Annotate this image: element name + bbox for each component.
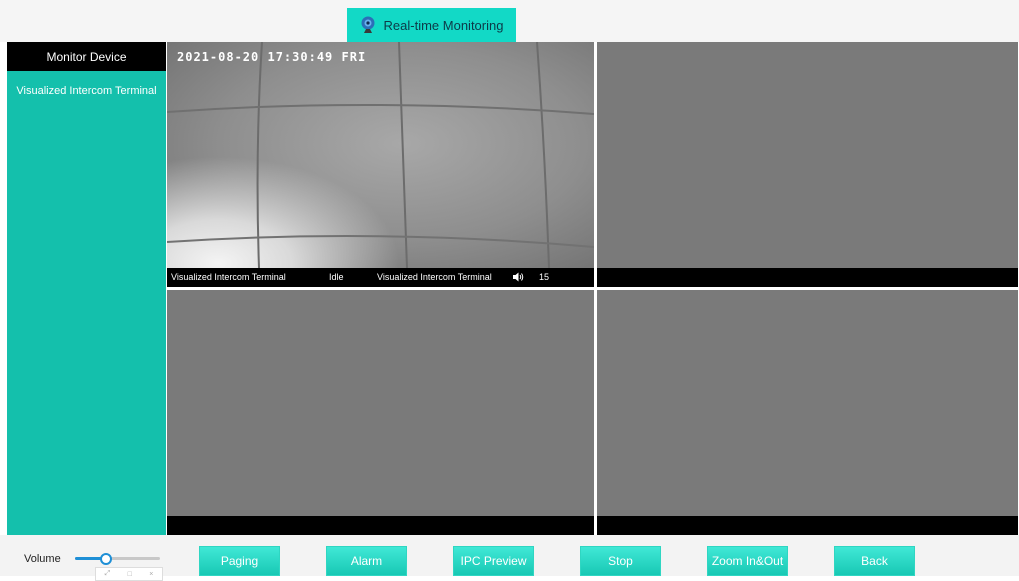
zoom-in-out-button[interactable]: Zoom In&Out xyxy=(707,546,788,576)
alarm-button[interactable]: Alarm xyxy=(326,546,407,576)
sidebar-header: Monitor Device xyxy=(7,42,166,71)
sidebar-item-visualized-intercom-terminal[interactable]: Visualized Intercom Terminal xyxy=(7,71,166,97)
video-tile-2[interactable] xyxy=(597,42,1018,287)
video-timestamp: 2021-08-20 17:30:49 FRI xyxy=(177,50,367,64)
mini-window-controls: ⤢ □ × xyxy=(95,567,163,581)
camera-feed: 2021-08-20 17:30:49 FRI xyxy=(167,42,594,268)
bottom-toolbar: Volume ⤢ □ × Paging Alarm IPC Preview St… xyxy=(0,535,1019,581)
top-bar: Real-time Monitoring xyxy=(0,0,1019,42)
page-title: Real-time Monitoring xyxy=(383,17,504,33)
video-status-bar: Visualized Intercom Terminal Idle Visual… xyxy=(167,268,594,287)
ceiling-grid-lines xyxy=(167,42,594,268)
ipc-preview-button[interactable]: IPC Preview xyxy=(453,546,534,576)
device-name-secondary: Visualized Intercom Terminal xyxy=(377,272,492,282)
volume-slider[interactable] xyxy=(75,553,160,565)
volume-label: Volume xyxy=(24,553,61,565)
title-tab: Real-time Monitoring xyxy=(347,8,516,42)
video-status-bar xyxy=(597,268,1018,287)
restore-icon[interactable]: ⤢ xyxy=(105,570,111,578)
video-tile-3[interactable] xyxy=(167,290,594,535)
device-name: Visualized Intercom Terminal xyxy=(171,272,286,282)
stop-button[interactable]: Stop xyxy=(580,546,661,576)
webcam-globe-icon xyxy=(361,16,375,33)
video-status-bar xyxy=(167,516,594,535)
volume-slider-thumb[interactable] xyxy=(99,553,112,565)
maximize-icon[interactable]: □ xyxy=(128,571,132,578)
video-grid: 2021-08-20 17:30:49 FRI Visualized Inter… xyxy=(167,42,1018,535)
volume-value: 15 xyxy=(539,272,550,282)
device-state: Idle xyxy=(329,272,344,282)
speaker-icon[interactable] xyxy=(512,271,524,283)
video-tile-1[interactable]: 2021-08-20 17:30:49 FRI Visualized Inter… xyxy=(167,42,594,287)
video-tile-4[interactable] xyxy=(597,290,1018,535)
close-icon[interactable]: × xyxy=(149,571,153,578)
back-button[interactable]: Back xyxy=(834,546,915,576)
video-status-bar xyxy=(597,516,1018,535)
paging-button[interactable]: Paging xyxy=(199,546,280,576)
device-sidebar: Monitor Device Visualized Intercom Termi… xyxy=(7,42,166,535)
